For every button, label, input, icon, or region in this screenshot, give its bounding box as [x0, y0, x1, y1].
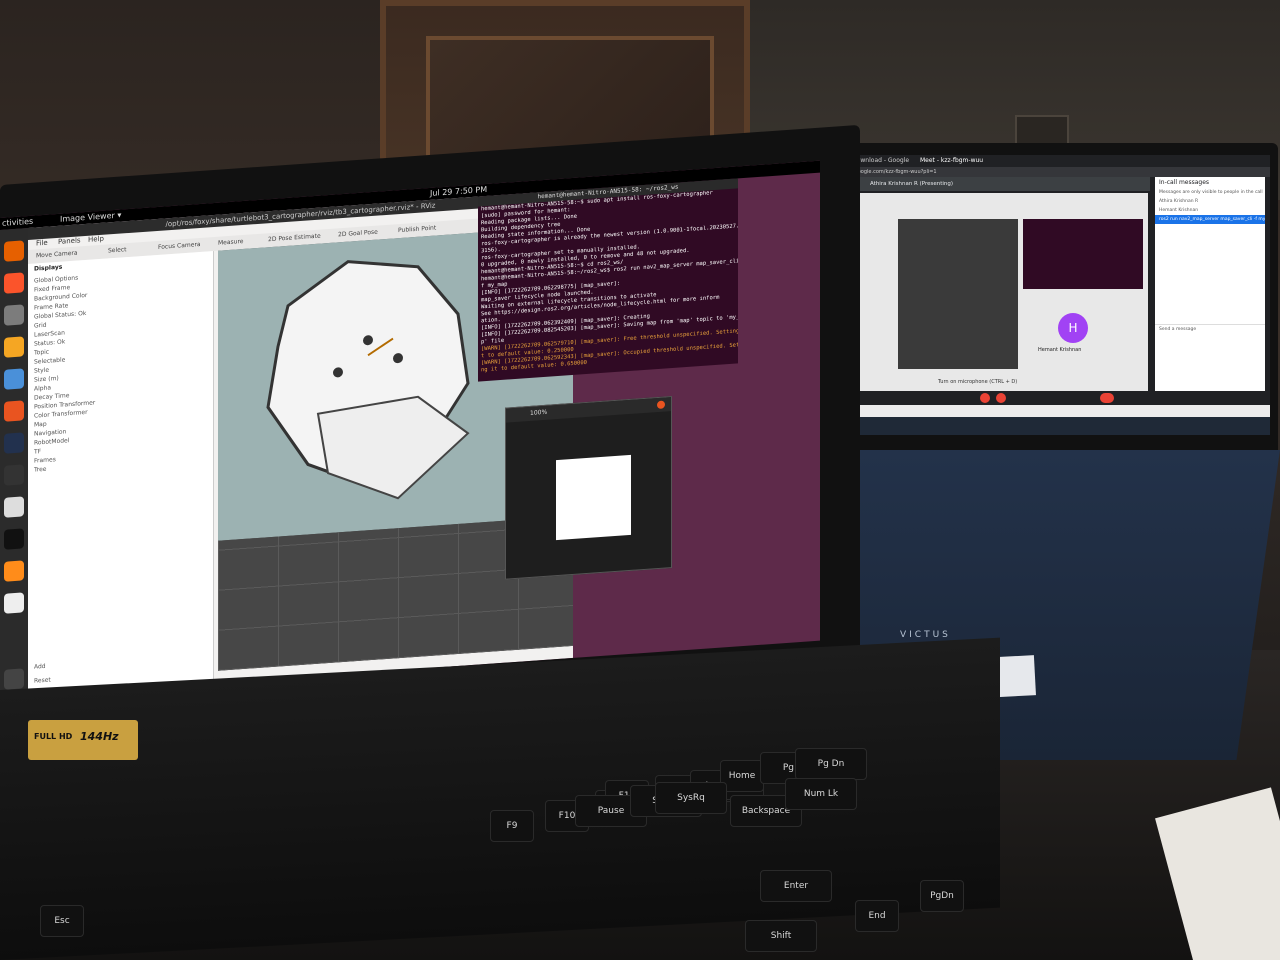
camera-off-button[interactable] [996, 393, 1006, 403]
tool-move-camera[interactable]: Move Camera [36, 250, 78, 260]
terminal-output: hemant@hemant-Nitro-AN515-58:~$ sudo apt… [478, 188, 738, 374]
mic-off-button[interactable] [980, 393, 990, 403]
menu-help[interactable]: Help [88, 235, 104, 244]
hangup-button[interactable] [1100, 393, 1114, 403]
tool-publish-point[interactable]: Publish Point [398, 224, 436, 234]
participant-avatar: H [1058, 313, 1088, 343]
firefox-icon[interactable] [4, 240, 24, 262]
keyboard-key: Num Lk [785, 778, 857, 810]
display-tree-row[interactable]: TF [34, 448, 41, 456]
reset-button[interactable]: Reset [34, 676, 51, 685]
display-tree-row[interactable]: Frames [34, 456, 56, 466]
close-icon[interactable] [657, 400, 665, 410]
display-tree-row[interactable]: Status: Ok [34, 338, 65, 348]
keyboard-key: SysRq [655, 782, 727, 814]
display-tree-row[interactable]: RobotModel [34, 437, 69, 447]
address-bar[interactable]: meet.google.com/kzz-fbgm-wuu?pli=1 [800, 167, 1270, 177]
rviz-icon[interactable] [4, 528, 24, 550]
display-tree-row[interactable]: Global Options [34, 275, 78, 286]
display-tree-row[interactable]: Grid [34, 322, 47, 331]
tool-select[interactable]: Select [108, 246, 127, 254]
tool-goal-pose[interactable]: 2D Goal Pose [338, 229, 378, 239]
message-sender: Athira Krishnan R [1159, 199, 1199, 204]
message-note: Messages are only visible to people in t… [1159, 190, 1263, 195]
software-icon[interactable] [4, 400, 24, 422]
shared-screen: H Hemant Krishnan Turn on microphone (CT… [818, 193, 1148, 393]
menu-file[interactable]: File [36, 239, 48, 248]
display-tree-row[interactable]: Tree [34, 466, 47, 475]
brave-icon[interactable] [4, 272, 24, 294]
display-tree-row[interactable]: Map [34, 421, 47, 430]
ros-icon[interactable] [4, 432, 24, 454]
tool-pose-estimate[interactable]: 2D Pose Estimate [268, 233, 321, 244]
mic-hint: Turn on microphone (CTRL + D) [938, 379, 1018, 385]
writer-icon[interactable] [4, 368, 24, 390]
participant-name: Hemant Krishnan [1038, 347, 1082, 353]
keyboard-key: Pg Dn [795, 748, 867, 780]
terminal-window[interactable]: hemant@hemant-Nitro-AN515-58: ~/ros2_ws … [478, 178, 738, 382]
windows-taskbar [800, 417, 1270, 435]
panel-title: In-call messages [1159, 179, 1210, 186]
keyboard-key: F9 [490, 810, 534, 842]
ubuntu-dock [0, 228, 28, 698]
keyboard-key: End [855, 900, 899, 932]
photo-scene: ollo studio download - Google Meet - kzz… [0, 0, 1280, 960]
main-laptop-screen: ctivities Image Viewer ▾ Jul 29 7:50 PM … [0, 160, 820, 698]
shared-rviz-view [898, 219, 1018, 369]
display-tree-row[interactable]: Alpha [34, 384, 51, 393]
shared-terminal [1023, 219, 1143, 289]
in-call-messages-panel: In-call messages Messages are only visib… [1155, 177, 1265, 402]
text-editor-icon[interactable] [4, 496, 24, 518]
add-button[interactable]: Add [34, 663, 46, 672]
keyboard-key: Enter [760, 870, 832, 902]
keyboard-key: Shift [745, 920, 817, 952]
message-sender: Hemant Krishnan [1159, 208, 1199, 213]
layers-icon[interactable] [4, 560, 24, 582]
chrome-tab-active[interactable]: Meet - kzz-fbgm-wuu [920, 155, 983, 167]
meet-window: Athira Krishnan R (Presenting) H Hemant … [800, 177, 1270, 405]
menu-panels[interactable]: Panels [58, 236, 81, 246]
terminal-icon[interactable] [4, 464, 24, 486]
message-highlight: ros2 run nav2_map_server map_saver_cli -… [1155, 215, 1265, 224]
badge-fullhd: FULL HD [34, 732, 73, 741]
saved-map-image [556, 454, 631, 541]
image-viewer-icon[interactable] [4, 592, 24, 614]
files-icon[interactable] [4, 304, 24, 326]
display-badge: FULL HD 144Hz [28, 720, 138, 760]
meet-controls: kzz-fbgm-wuu [800, 391, 1270, 405]
second-laptop-screen: ollo studio download - Google Meet - kzz… [800, 155, 1270, 435]
rhythmbox-icon[interactable] [4, 336, 24, 358]
chrome-tab-bar: ollo studio download - Google Meet - kzz… [800, 155, 1270, 167]
brand-label: VICTUS [900, 630, 951, 640]
tool-measure[interactable]: Measure [218, 238, 244, 247]
displays-panel: Displays Global Options Fixed Frame Backgr… [28, 251, 214, 697]
keyboard-key: PgDn [920, 880, 964, 912]
keyboard-key: Esc [40, 905, 84, 937]
zoom-level[interactable]: 100% [530, 409, 547, 417]
tool-focus-camera[interactable]: Focus Camera [158, 241, 201, 251]
show-apps-icon[interactable] [4, 668, 24, 690]
badge-144hz: 144Hz [80, 730, 119, 743]
display-tree-row[interactable]: Size (m) [34, 375, 59, 385]
display-tree-row[interactable]: Topic [34, 349, 49, 358]
display-tree-row[interactable]: Style [34, 367, 49, 376]
displays-header: Displays [34, 263, 63, 273]
message-input[interactable]: Send a message [1155, 324, 1265, 334]
display-tree-row[interactable]: Selectable [34, 356, 65, 366]
image-viewer-window: 100% [505, 396, 672, 580]
